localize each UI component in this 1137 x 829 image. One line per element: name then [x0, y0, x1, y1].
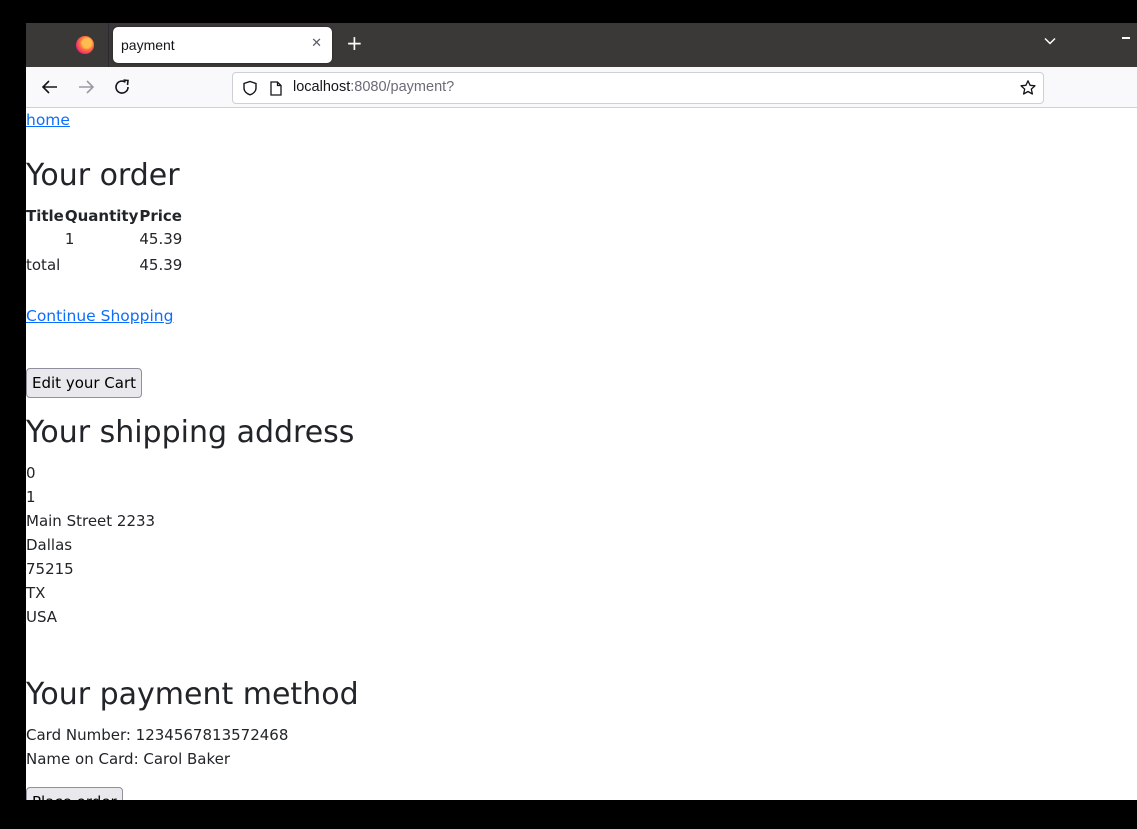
home-link[interactable]: home: [26, 111, 70, 129]
continue-shopping-link[interactable]: Continue Shopping: [26, 307, 173, 325]
total-label: total: [26, 256, 61, 274]
column-header-title: Title: [26, 207, 64, 225]
close-icon[interactable]: ✕: [311, 36, 322, 51]
tab-payment[interactable]: payment ✕: [113, 27, 332, 63]
url-path: :8080/payment?: [350, 79, 455, 95]
address-city: Dallas: [26, 536, 73, 554]
address-country: USA: [26, 608, 58, 626]
firefox-logo-icon[interactable]: [76, 36, 94, 54]
chevron-down-icon[interactable]: [1044, 35, 1056, 47]
total-row: total 45.39: [26, 252, 183, 278]
column-header-price: Price: [139, 207, 182, 225]
column-header-quantity: Quantity: [64, 207, 139, 225]
browser-window: payment ✕ + localhost:8080/payment? home…: [26, 23, 1137, 800]
reload-icon[interactable]: [111, 76, 133, 98]
total-empty-cell: [65, 252, 140, 278]
payment-heading: Your payment method: [26, 677, 359, 712]
star-icon[interactable]: [1019, 79, 1037, 97]
url-text[interactable]: localhost:8080/payment?: [293, 79, 454, 95]
address-line: 0: [26, 464, 36, 482]
address-line: 1: [26, 488, 36, 506]
navigation-toolbar: localhost:8080/payment?: [26, 67, 1137, 108]
edit-cart-button[interactable]: Edit your Cart: [26, 368, 143, 398]
place-order-button[interactable]: Place order: [26, 787, 123, 800]
tab-title: payment: [121, 37, 175, 53]
order-heading: Your order: [26, 158, 180, 193]
arrow-left-icon[interactable]: [39, 76, 61, 98]
arrow-right-icon[interactable]: [75, 76, 97, 98]
cell-title: [26, 226, 65, 252]
tab-strip: payment ✕ +: [26, 23, 1137, 67]
page-content: home Your order Title Quantity Price 1 4…: [26, 108, 1137, 800]
shield-icon[interactable]: [242, 80, 258, 96]
page-icon[interactable]: [270, 81, 282, 96]
address-street: Main Street 2233: [26, 512, 156, 530]
total-price: 45.39: [139, 256, 183, 274]
name-on-card: Name on Card: Carol Baker: [26, 750, 231, 768]
card-number: Card Number: 1234567813572468: [26, 726, 289, 744]
address-zip: 75215: [26, 560, 74, 578]
tab-divider: [108, 23, 109, 67]
order-table: Title Quantity Price 1 45.39 total 45.39: [26, 206, 183, 278]
url-host: localhost: [293, 79, 351, 95]
table-row: 1 45.39: [26, 226, 183, 252]
shipping-heading: Your shipping address: [26, 415, 355, 450]
shipping-address: 0 1 Main Street 2233 Dallas 75215 TX USA: [26, 461, 155, 629]
cell-price: 45.39: [139, 230, 183, 248]
new-tab-button[interactable]: +: [346, 32, 363, 54]
address-state: TX: [26, 584, 46, 602]
minimize-icon[interactable]: [1122, 37, 1130, 39]
url-bar[interactable]: localhost:8080/payment?: [232, 72, 1044, 104]
payment-details: Card Number: 1234567813572468 Name on Ca…: [26, 723, 288, 771]
table-header-row: Title Quantity Price: [26, 206, 183, 226]
cell-quantity: 1: [64, 230, 75, 248]
